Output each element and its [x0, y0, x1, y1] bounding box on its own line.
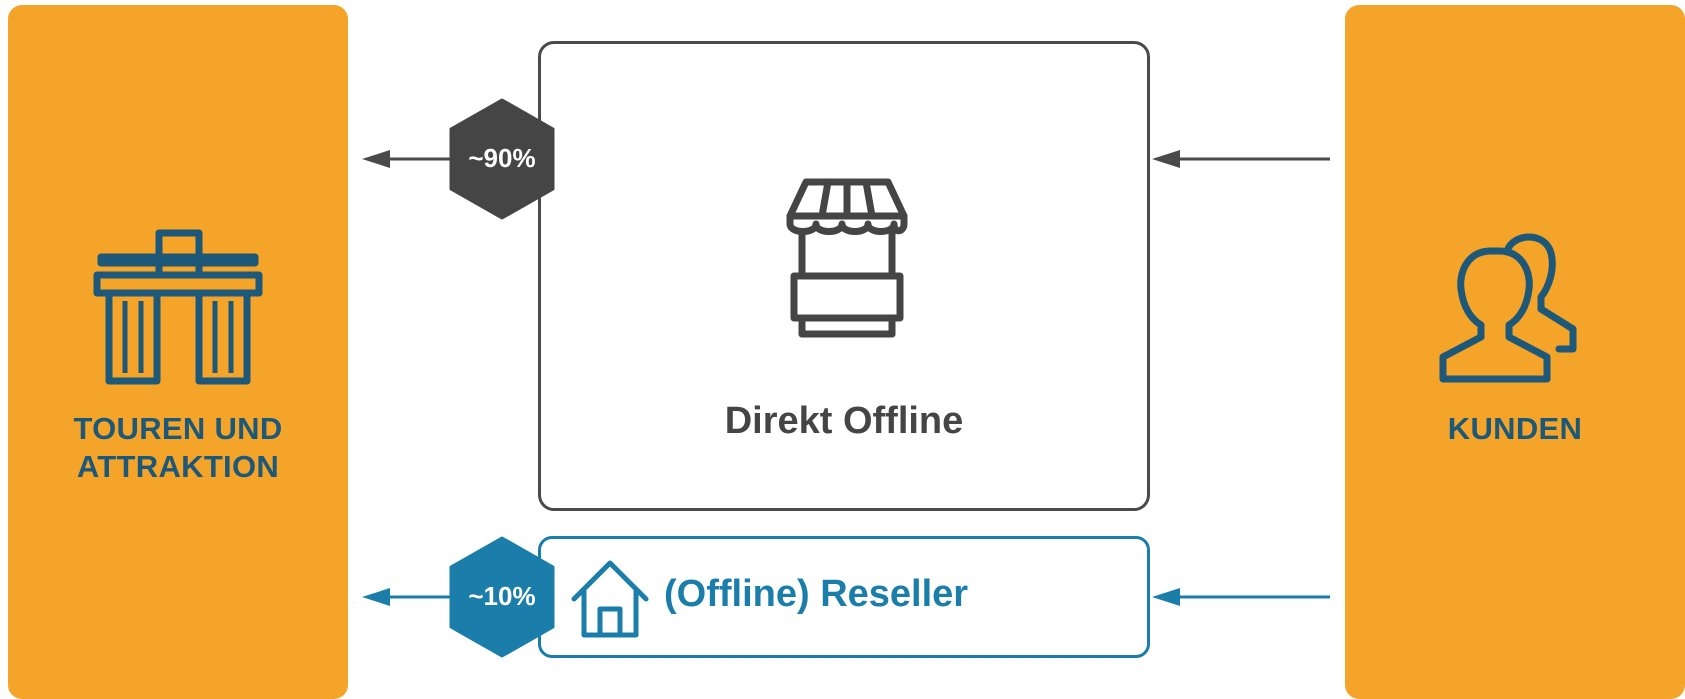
- direct-share-badge: ~90%: [449, 98, 555, 220]
- landmark-icon: [91, 227, 265, 387]
- kunden-panel: KUNDEN: [1345, 5, 1685, 699]
- kunden-label: KUNDEN: [1447, 411, 1583, 446]
- touren-label-line2: ATTRAKTION: [76, 449, 280, 484]
- house-icon: [570, 559, 650, 639]
- reseller-share-value: ~10%: [468, 581, 536, 611]
- direkt-offline-box: Direkt Offline: [538, 41, 1150, 511]
- direct-share-value: ~90%: [468, 143, 536, 173]
- touren-attraktion-panel: TOUREN UND ATTRAKTION: [8, 5, 348, 699]
- reseller-share-badge: ~10%: [449, 536, 555, 658]
- arrow-kunden-to-direct: [1152, 150, 1330, 168]
- reseller-label: (Offline) Reseller: [664, 573, 969, 615]
- direkt-offline-label: Direkt Offline: [724, 400, 964, 442]
- users-icon: [1437, 225, 1597, 385]
- touren-attraktion-label: TOUREN UND ATTRAKTION: [8, 410, 348, 486]
- reseller-box: (Offline) Reseller: [538, 536, 1150, 658]
- arrow-kunden-to-reseller: [1152, 588, 1330, 606]
- arrow-direct-to-touren: [362, 150, 462, 168]
- touren-label-line1: TOUREN UND: [73, 411, 283, 446]
- arrow-reseller-to-touren: [362, 588, 462, 606]
- store-icon: [784, 176, 910, 342]
